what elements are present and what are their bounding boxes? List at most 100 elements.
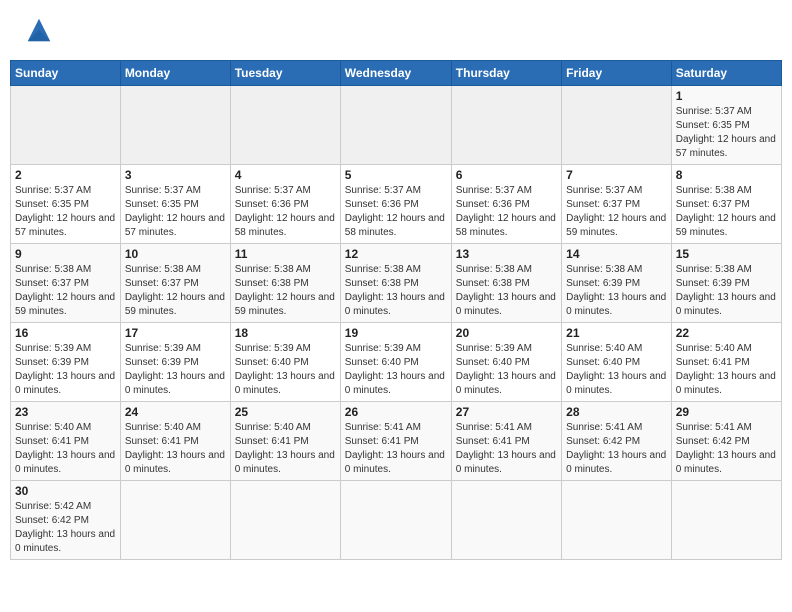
day-number: 26 [345,405,447,419]
calendar-cell: 3Sunrise: 5:37 AM Sunset: 6:35 PM Daylig… [120,165,230,244]
day-number: 25 [235,405,336,419]
logo [20,15,62,45]
day-info: Sunrise: 5:38 AM Sunset: 6:38 PM Dayligh… [235,263,336,319]
calendar-cell [451,86,561,165]
day-number: 8 [676,168,777,182]
calendar-cell: 24 Sunrise: 5:40 AM Sunset: 6:41 PM Dayli… [120,402,230,481]
calendar-week-3: 9 Sunrise: 5:38 AM Sunset: 6:37 PM Daylig… [11,244,782,323]
calendar-cell [340,86,451,165]
day-number: 4 [235,168,336,182]
day-number: 17 [125,326,226,340]
day-info: Sunrise: 5:41 AM Sunset: 6:41 PM Dayligh… [456,421,557,477]
day-info: Sunrise: 5:38 AM Sunset: 6:38 PM Dayligh… [345,263,447,319]
calendar-cell: 8Sunrise: 5:38 AM Sunset: 6:37 PM Daylig… [671,165,781,244]
day-info: Sunrise: 5:40 AM Sunset: 6:41 PM Dayligh… [676,342,777,398]
calendar-cell: 29Sunrise: 5:41 AM Sunset: 6:42 PM Dayli… [671,402,781,481]
calendar-cell: 20 Sunrise: 5:39 AM Sunset: 6:40 PM Dayli… [451,323,561,402]
day-number: 14 [566,247,667,261]
day-info: Sunrise: 5:37 AM Sunset: 6:35 PM Dayligh… [15,184,116,240]
calendar-cell: 16Sunrise: 5:39 AM Sunset: 6:39 PM Dayli… [11,323,121,402]
calendar-cell: 18 Sunrise: 5:39 AM Sunset: 6:40 PM Dayli… [230,323,340,402]
calendar-cell: 7Sunrise: 5:37 AM Sunset: 6:37 PM Daylig… [562,165,672,244]
calendar-cell: 21Sunrise: 5:40 AM Sunset: 6:40 PM Dayli… [562,323,672,402]
day-number: 16 [15,326,116,340]
calendar-cell [120,86,230,165]
day-info: Sunrise: 5:40 AM Sunset: 6:41 PM Dayligh… [125,421,226,477]
calendar-cell [562,481,672,560]
day-info: Sunrise: 5:41 AM Sunset: 6:41 PM Dayligh… [345,421,447,477]
day-info: Sunrise: 5:38 AM Sunset: 6:37 PM Dayligh… [15,263,116,319]
day-number: 19 [345,326,447,340]
weekday-header-monday: Monday [120,61,230,86]
day-info: Sunrise: 5:37 AM Sunset: 6:36 PM Dayligh… [456,184,557,240]
day-number: 9 [15,247,116,261]
calendar-cell: 13 Sunrise: 5:38 AM Sunset: 6:38 PM Dayli… [451,244,561,323]
day-info: Sunrise: 5:39 AM Sunset: 6:39 PM Dayligh… [125,342,226,398]
calendar-cell [230,481,340,560]
calendar-cell: 15 Sunrise: 5:38 AM Sunset: 6:39 PM Dayli… [671,244,781,323]
day-info: Sunrise: 5:38 AM Sunset: 6:37 PM Dayligh… [125,263,226,319]
calendar-cell: 30Sunrise: 5:42 AM Sunset: 6:42 PM Dayli… [11,481,121,560]
day-number: 10 [125,247,226,261]
day-number: 18 [235,326,336,340]
day-info: Sunrise: 5:40 AM Sunset: 6:41 PM Dayligh… [235,421,336,477]
day-number: 23 [15,405,116,419]
day-number: 22 [676,326,777,340]
calendar-cell: 12 Sunrise: 5:38 AM Sunset: 6:38 PM Dayli… [340,244,451,323]
weekday-header-friday: Friday [562,61,672,86]
day-number: 12 [345,247,447,261]
calendar-cell: 11Sunrise: 5:38 AM Sunset: 6:38 PM Dayli… [230,244,340,323]
day-number: 15 [676,247,777,261]
weekday-header-wednesday: Wednesday [340,61,451,86]
day-info: Sunrise: 5:37 AM Sunset: 6:35 PM Dayligh… [676,105,777,161]
day-number: 2 [15,168,116,182]
day-info: Sunrise: 5:37 AM Sunset: 6:36 PM Dayligh… [345,184,447,240]
day-number: 28 [566,405,667,419]
calendar-cell: 23 Sunrise: 5:40 AM Sunset: 6:41 PM Dayli… [11,402,121,481]
calendar-cell: 28 Sunrise: 5:41 AM Sunset: 6:42 PM Dayli… [562,402,672,481]
calendar-cell [562,86,672,165]
day-info: Sunrise: 5:38 AM Sunset: 6:39 PM Dayligh… [566,263,667,319]
day-info: Sunrise: 5:37 AM Sunset: 6:37 PM Dayligh… [566,184,667,240]
calendar-week-6: 30Sunrise: 5:42 AM Sunset: 6:42 PM Dayli… [11,481,782,560]
day-info: Sunrise: 5:39 AM Sunset: 6:40 PM Dayligh… [235,342,336,398]
calendar-cell: 6 Sunrise: 5:37 AM Sunset: 6:36 PM Daylig… [451,165,561,244]
day-number: 5 [345,168,447,182]
day-number: 13 [456,247,557,261]
day-number: 6 [456,168,557,182]
calendar-header: SundayMondayTuesdayWednesdayThursdayFrid… [11,61,782,86]
day-info: Sunrise: 5:40 AM Sunset: 6:40 PM Dayligh… [566,342,667,398]
day-info: Sunrise: 5:40 AM Sunset: 6:41 PM Dayligh… [15,421,116,477]
day-number: 3 [125,168,226,182]
calendar-cell: 10 Sunrise: 5:38 AM Sunset: 6:37 PM Dayli… [120,244,230,323]
calendar-week-4: 16 Sunrise: 5:39 AM Sunset: 6:39 PM Dayli… [11,323,782,402]
page-header [10,10,782,50]
weekday-header-tuesday: Tuesday [230,61,340,86]
calendar-cell [230,86,340,165]
day-number: 20 [456,326,557,340]
day-info: Sunrise: 5:41 AM Sunset: 6:42 PM Dayligh… [676,421,777,477]
calendar-cell: 17 Sunrise: 5:39 AM Sunset: 6:39 PM Dayli… [120,323,230,402]
calendar-cell: 9 Sunrise: 5:38 AM Sunset: 6:37 PM Daylig… [11,244,121,323]
calendar-cell: 4Sunrise: 5:37 AM Sunset: 6:36 PM Daylig… [230,165,340,244]
day-number: 30 [15,484,116,498]
weekday-header-sunday: Sunday [11,61,121,86]
calendar-cell [451,481,561,560]
day-number: 27 [456,405,557,419]
calendar-cell: 22 Sunrise: 5:40 AM Sunset: 6:41 PM Dayli… [671,323,781,402]
day-info: Sunrise: 5:38 AM Sunset: 6:39 PM Dayligh… [676,263,777,319]
calendar-cell [11,86,121,165]
calendar-cell: 27 Sunrise: 5:41 AM Sunset: 6:41 PM Dayli… [451,402,561,481]
calendar-cell: 26 Sunrise: 5:41 AM Sunset: 6:41 PM Dayli… [340,402,451,481]
calendar-week-2: 2 Sunrise: 5:37 AM Sunset: 6:35 PM Daylig… [11,165,782,244]
calendar-cell: 5 Sunrise: 5:37 AM Sunset: 6:36 PM Daylig… [340,165,451,244]
calendar-cell: 19Sunrise: 5:39 AM Sunset: 6:40 PM Dayli… [340,323,451,402]
day-info: Sunrise: 5:39 AM Sunset: 6:40 PM Dayligh… [456,342,557,398]
calendar-cell: 1Sunrise: 5:37 AM Sunset: 6:35 PM Daylig… [671,86,781,165]
day-number: 24 [125,405,226,419]
weekday-header-thursday: Thursday [451,61,561,86]
day-info: Sunrise: 5:38 AM Sunset: 6:38 PM Dayligh… [456,263,557,319]
day-info: Sunrise: 5:41 AM Sunset: 6:42 PM Dayligh… [566,421,667,477]
calendar-cell: 2 Sunrise: 5:37 AM Sunset: 6:35 PM Daylig… [11,165,121,244]
logo-icon [20,15,58,45]
